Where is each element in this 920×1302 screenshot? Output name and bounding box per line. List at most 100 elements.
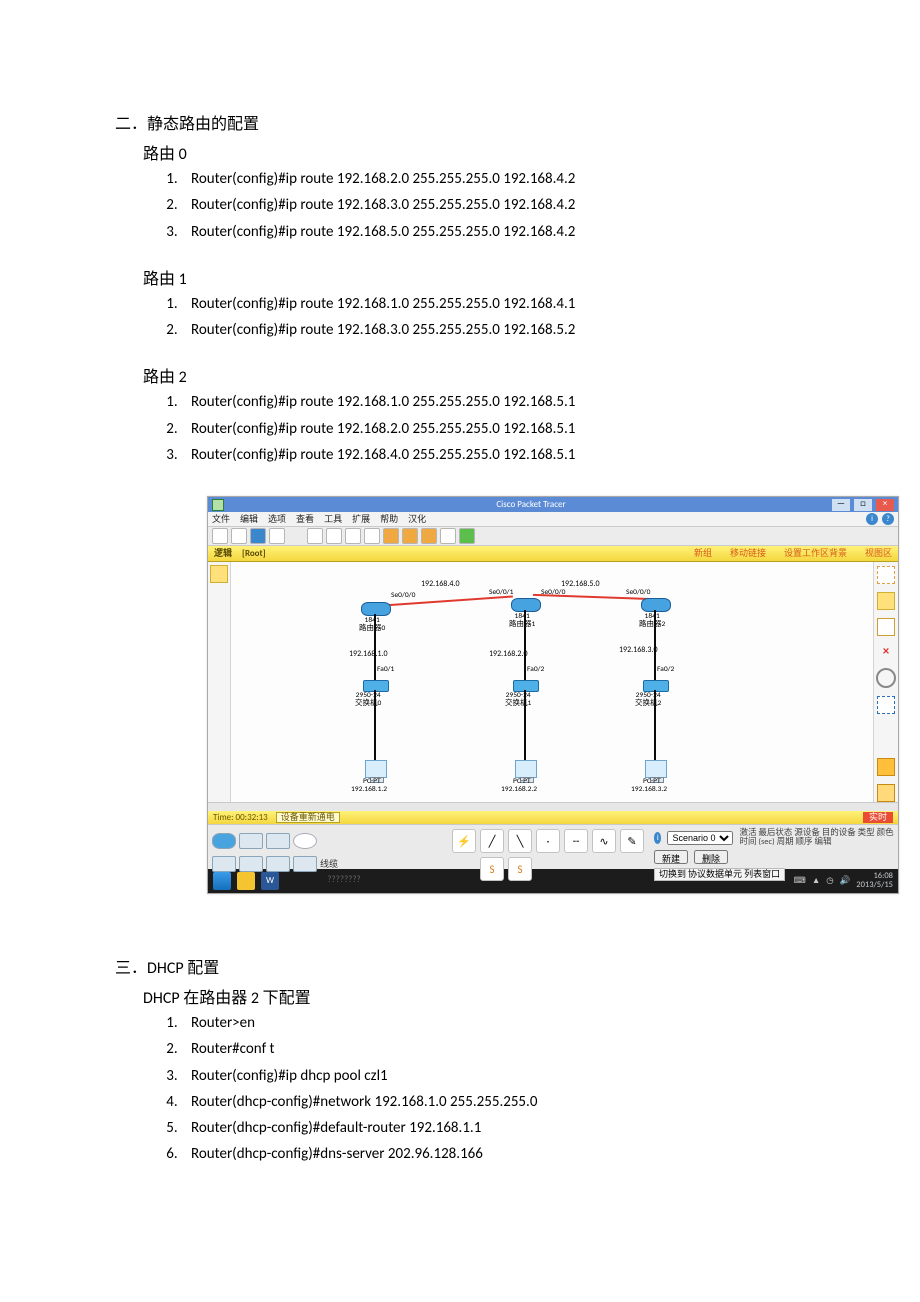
enddevices-category-icon[interactable] xyxy=(239,856,263,872)
scenario-delete-button[interactable]: 删除 xyxy=(694,850,728,864)
switch0-label: 2950-24 交换机0 xyxy=(355,692,381,707)
explorer-icon[interactable] xyxy=(237,872,255,890)
draw-s2-icon[interactable]: S xyxy=(508,857,532,881)
close-button[interactable]: × xyxy=(876,499,894,511)
toolbar-new-icon[interactable] xyxy=(212,528,228,544)
toolbar-custom-icon[interactable] xyxy=(459,528,475,544)
toolbar-open-icon[interactable] xyxy=(231,528,247,544)
toolbar-redo-icon[interactable] xyxy=(364,528,380,544)
switch-category-icon[interactable] xyxy=(239,833,263,849)
dhcp-cmd-3: Router(config)#ip dhcp pool czl1 xyxy=(181,1063,820,1089)
pc1-icon[interactable] xyxy=(515,760,537,778)
toolbar-copy-icon[interactable] xyxy=(307,528,323,544)
router-category-icon[interactable] xyxy=(212,833,236,849)
router1-icon[interactable] xyxy=(511,598,541,612)
router0-icon[interactable] xyxy=(361,602,391,616)
lightning-icon[interactable]: ⚡ xyxy=(452,829,476,853)
custom-category-icon[interactable] xyxy=(293,856,317,872)
section-3-title: 三．DHCP 配置 xyxy=(115,954,820,978)
toolbar-paste-icon[interactable] xyxy=(326,528,342,544)
draw-dash-icon[interactable]: ╌ xyxy=(564,829,588,853)
power-cycle-button[interactable]: 设备重新通电 xyxy=(276,812,340,823)
draw-curve-icon[interactable]: ∿ xyxy=(592,829,616,853)
switch2-faup: Fa0/2 xyxy=(657,666,674,674)
menu-chinese[interactable]: 汉化 xyxy=(408,515,426,524)
note-tool-icon[interactable] xyxy=(877,618,895,636)
scenario-new-button[interactable]: 新建 xyxy=(654,850,688,864)
scenario-select[interactable]: Scenario 0 xyxy=(667,831,733,845)
inspect-tool-icon[interactable] xyxy=(876,668,896,688)
scenario-columns: 激活 最后状态 源设备 目的设备 类型 颜色 时间 (sec) 周期 顺序 编辑 xyxy=(739,829,894,846)
toolbar-print-icon[interactable] xyxy=(269,528,285,544)
hub-category-icon[interactable] xyxy=(266,833,290,849)
wireless-category-icon[interactable] xyxy=(293,833,317,849)
minimize-button[interactable]: — xyxy=(832,499,850,511)
draw-line2-icon[interactable]: ╲ xyxy=(508,829,532,853)
resize-tool-icon[interactable] xyxy=(877,696,895,714)
realtime-button[interactable]: 实时 xyxy=(863,812,893,823)
viewport-button[interactable]: 视图区 xyxy=(865,549,892,558)
scenario-panel: i Scenario 0 激活 最后状态 源设备 目的设备 类型 颜色 时间 (… xyxy=(650,825,898,869)
draw-line-icon[interactable]: ╱ xyxy=(480,829,504,853)
router0-cmd-3: Router(config)#ip route 192.168.5.0 255.… xyxy=(181,219,820,245)
tray-keyboard-icon[interactable]: ⌨ xyxy=(794,877,806,886)
draw-s-icon[interactable]: S xyxy=(480,857,504,881)
scenario-info-icon[interactable]: i xyxy=(654,832,661,844)
tray-vol-icon[interactable]: 🔊 xyxy=(840,877,851,886)
toolbar-palette-icon[interactable] xyxy=(440,528,456,544)
draw-dot-icon[interactable]: · xyxy=(536,829,560,853)
menu-options[interactable]: 选项 xyxy=(268,515,286,524)
horizontal-scrollbar[interactable] xyxy=(208,802,898,811)
move-link-button[interactable]: 移动链接 xyxy=(730,549,766,558)
tray-clock[interactable]: 16:08 2013/5/15 xyxy=(856,872,893,891)
maximize-button[interactable]: □ xyxy=(854,499,872,511)
logic-label[interactable]: 逻辑 xyxy=(214,549,232,558)
toolbar-save-icon[interactable] xyxy=(250,528,266,544)
menu-tools[interactable]: 工具 xyxy=(324,515,342,524)
word-icon[interactable]: W xyxy=(261,872,279,890)
router2-icon[interactable] xyxy=(641,598,671,612)
toolbar-zoomreset-icon[interactable] xyxy=(402,528,418,544)
menu-help[interactable]: 帮助 xyxy=(380,515,398,524)
link-r1-sw1 xyxy=(524,610,526,682)
ie-icon[interactable] xyxy=(213,872,231,890)
new-group-button[interactable]: 新组 xyxy=(694,549,712,558)
info-icon[interactable]: i xyxy=(866,513,878,525)
tray-net-icon[interactable]: ◷ xyxy=(826,877,833,886)
time-bar: Time: 00:32:13 设备重新通电 实时 xyxy=(208,811,898,824)
menu-extensions[interactable]: 扩展 xyxy=(352,515,370,524)
menubar: 文件 编辑 选项 查看 工具 扩展 帮助 汉化 i ? xyxy=(208,512,898,526)
lan1-label: 192.168.1.0 xyxy=(349,650,388,658)
router1-serial-l-label: Se0/0/1 xyxy=(489,589,513,597)
tray-flag-icon[interactable]: ▲ xyxy=(812,877,820,886)
draw-edit-icon[interactable]: ✎ xyxy=(620,829,644,853)
menu-file[interactable]: 文件 xyxy=(212,515,230,524)
delete-tool-icon[interactable]: × xyxy=(878,644,894,660)
topology-canvas[interactable]: 192.168.4.0 192.168.5.0 Se0/0/0 1841 路由器… xyxy=(231,562,873,802)
packet-tracer-screenshot: Cisco Packet Tracer — □ × 文件 编辑 选项 查看 工具… xyxy=(207,496,899,894)
left-gadgets xyxy=(208,562,231,802)
pc0-icon[interactable] xyxy=(365,760,387,778)
pc2-icon[interactable] xyxy=(645,760,667,778)
toolbar-undo-icon[interactable] xyxy=(345,528,361,544)
toolbar-zoomout-icon[interactable] xyxy=(421,528,437,544)
wan-category-icon[interactable] xyxy=(266,856,290,872)
simple-pdu-icon[interactable] xyxy=(877,758,895,776)
bottom-panel: ⚡ 线缆 ???????? ╱ ╲ · ╌ ∿ ✎ S S xyxy=(208,824,898,869)
select-tool-icon[interactable] xyxy=(877,566,895,584)
root-label[interactable]: [Root] xyxy=(242,549,266,558)
move-tool-icon[interactable] xyxy=(877,592,895,610)
menu-edit[interactable]: 编辑 xyxy=(240,515,258,524)
connections-category-icon[interactable] xyxy=(212,856,236,872)
navigator-icon[interactable] xyxy=(210,565,228,583)
scenario-toggle-button[interactable]: 切换到 协议数据单元 列表窗口 xyxy=(654,868,785,881)
set-bg-button[interactable]: 设置工作区背景 xyxy=(784,549,847,558)
menu-view[interactable]: 查看 xyxy=(296,515,314,524)
complex-pdu-icon[interactable] xyxy=(877,784,895,802)
link-r0-sw0 xyxy=(374,614,376,682)
toolbar-zoomin-icon[interactable] xyxy=(383,528,399,544)
router0-serial-label: Se0/0/0 xyxy=(391,592,415,600)
router2-cmd-3: Router(config)#ip route 192.168.4.0 255.… xyxy=(181,442,820,468)
switch1-label: 2950-24 交换机1 xyxy=(505,692,531,707)
help-icon[interactable]: ? xyxy=(882,513,894,525)
